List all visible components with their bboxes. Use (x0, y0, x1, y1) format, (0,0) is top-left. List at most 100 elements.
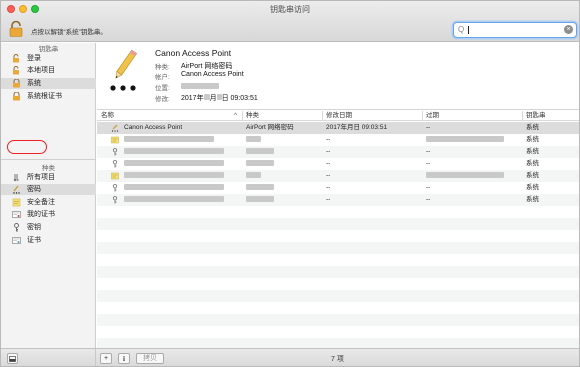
cell-kind-redacted (246, 196, 274, 205)
copy-button[interactable]: 拷贝 (136, 353, 164, 364)
table-row[interactable]: -- 系统 (97, 170, 579, 182)
empty-row (97, 326, 579, 338)
sidebar-item-label: 本地项目 (27, 67, 55, 74)
cell-name-redacted (124, 160, 224, 169)
certificate-icon (12, 211, 21, 218)
sidebar-item-system-roots[interactable]: 系统根证书 (1, 91, 96, 102)
cell-expires-redacted (426, 172, 504, 181)
cell-expires: -- (426, 196, 431, 203)
cell-keychain: 系统 (526, 136, 539, 143)
cell-expires: -- (426, 148, 431, 155)
sidebar-item-label: 安全备注 (27, 199, 55, 206)
sidebar-item-keys[interactable]: 密钥 (1, 222, 96, 233)
sidebar-item-system[interactable]: 系统 (1, 78, 96, 89)
toggle-sidebar-button[interactable] (7, 353, 18, 364)
sidebar-item-label: 密钥 (27, 224, 41, 231)
sidebar-item-local-items[interactable]: 本地项目 (1, 65, 96, 76)
cell-keychain: 系统 (526, 196, 539, 203)
pencil-icon (111, 124, 119, 132)
password-icon (13, 185, 20, 194)
search-icon: Q (458, 25, 465, 34)
cell-expires: -- (426, 184, 431, 191)
search-field[interactable]: Q × (453, 22, 577, 38)
sidebar-item-passwords[interactable]: 密码 (1, 184, 96, 195)
add-item-button[interactable]: + (100, 353, 112, 364)
lock-open-icon (13, 54, 19, 63)
certificate-icon (12, 237, 21, 244)
categories-header: 种类 (42, 165, 55, 172)
cell-modified: -- (326, 148, 331, 155)
table-row[interactable]: -- -- 系统 (97, 182, 579, 194)
column-expires[interactable]: 过期 (426, 112, 439, 120)
empty-row (97, 206, 579, 218)
unlock-hint: 点按以解锁“系统”钥匙串。 (31, 29, 107, 36)
lock-icon[interactable] (9, 21, 23, 37)
cell-kind: AirPort 网络密码 (246, 124, 294, 131)
keychains-header: 钥匙串 (38, 46, 59, 53)
info-button[interactable]: i (118, 353, 130, 364)
empty-row (97, 254, 579, 266)
cell-modified: -- (326, 136, 331, 143)
table-row[interactable]: -- -- 系统 (97, 158, 579, 170)
table-row[interactable]: -- -- 系统 (97, 146, 579, 158)
cell-keychain: 系统 (526, 124, 539, 131)
table-row[interactable]: -- 系统 (97, 134, 579, 146)
lock-closed-icon (13, 79, 20, 88)
sidebar-divider[interactable] (1, 159, 96, 160)
column-name[interactable]: 名称 (101, 112, 114, 120)
modified-value-time: 日 09:03:51 (221, 95, 258, 102)
text-caret (468, 26, 469, 34)
modified-value-year: 2017年 (181, 95, 204, 102)
column-modified[interactable]: 修改日期 (326, 112, 352, 120)
item-detail-panel: Canon Access Point 种类: AirPort 网络密码 帐户: … (97, 43, 579, 110)
cell-modified: -- (326, 184, 331, 191)
sidebar-item-secure-notes[interactable]: 安全备注 (1, 197, 96, 208)
sidebar-item-label: 系统 (27, 80, 41, 87)
modified-value-month: 月 (209, 95, 217, 102)
cell-keychain: 系统 (526, 172, 539, 179)
empty-row (97, 266, 579, 278)
cell-name-redacted (124, 172, 224, 181)
cell-keychain: 系统 (526, 148, 539, 155)
items-table[interactable]: 名称 ^ 种类 修改日期 过期 钥匙串 Canon Access Point A… (97, 111, 579, 348)
sidebar-item-all-items[interactable]: 所有项目 (1, 172, 96, 183)
sidebar-icon (9, 356, 16, 362)
key-icon (112, 160, 118, 168)
empty-row (97, 218, 579, 230)
cell-modified: -- (326, 160, 331, 167)
clear-search-button[interactable]: × (564, 25, 573, 34)
empty-row (97, 230, 579, 242)
location-value-redacted (181, 83, 219, 91)
sort-indicator-icon[interactable]: ^ (234, 112, 237, 120)
lock-open-icon (13, 66, 19, 75)
cell-kind-redacted (246, 172, 261, 181)
account-label: 帐户: (155, 74, 170, 81)
certificate-icon (111, 136, 119, 144)
empty-row (97, 242, 579, 254)
empty-row (97, 314, 579, 326)
cell-name-redacted (124, 148, 224, 157)
cell-name-redacted (124, 184, 224, 193)
table-row[interactable]: Canon Access Point AirPort 网络密码 2017年月日 … (97, 122, 579, 134)
item-count: 7 项 (331, 356, 344, 363)
column-keychain[interactable]: 钥匙串 (526, 112, 546, 120)
window-title: 钥匙串访问 (270, 5, 310, 14)
title-bar: 钥匙串访问 点按以解锁“系统”钥匙串。 Q × (1, 1, 579, 42)
highlight-ring (7, 140, 47, 154)
sidebar-item-login[interactable]: 登录 (1, 53, 96, 64)
password-pencil-icon (110, 49, 138, 91)
empty-row (97, 338, 579, 348)
cell-keychain: 系统 (526, 160, 539, 167)
sidebar-item-label: 所有项目 (27, 174, 55, 181)
cell-modified: 2017年月日 09:03:51 (326, 124, 388, 131)
cell-modified: -- (326, 172, 331, 179)
cell-expires: -- (426, 124, 431, 131)
location-label: 位置: (155, 85, 170, 92)
column-kind[interactable]: 种类 (246, 112, 259, 120)
sidebar-item-my-certificates[interactable]: 我的证书 (1, 209, 96, 220)
modified-label: 修改: (155, 96, 170, 103)
cell-name-redacted (124, 136, 214, 145)
sidebar-item-certificates[interactable]: 证书 (1, 235, 96, 246)
table-row[interactable]: -- -- 系统 (97, 194, 579, 206)
modified-value: 2017年月日 09:03:51 (181, 93, 258, 103)
